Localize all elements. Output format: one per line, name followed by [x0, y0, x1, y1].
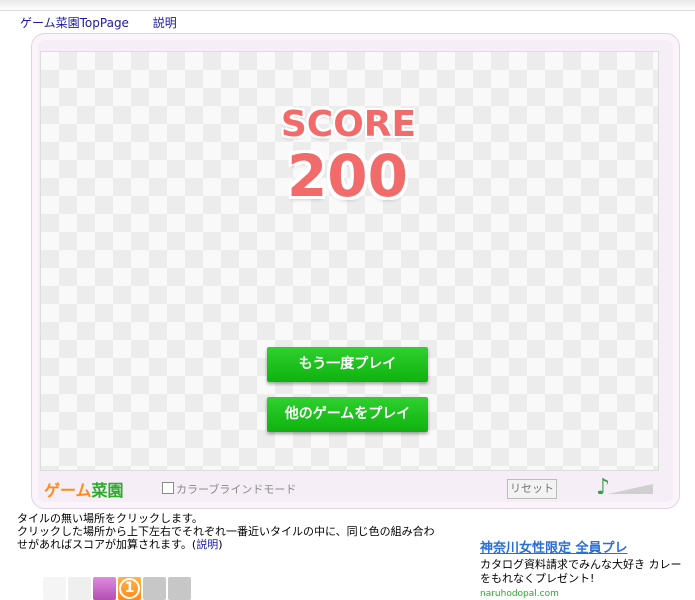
tile-gray-1 — [143, 577, 166, 600]
instructions: タイルの無い場所をクリックします。 クリックした場所から上下左右でそれぞれ一番近… — [17, 512, 437, 551]
score-label: SCORE — [280, 104, 417, 145]
reset-button[interactable]: リセット — [507, 479, 557, 499]
play-again-button[interactable]: もう一度プレイ — [267, 347, 428, 382]
ad-title-link[interactable]: 神奈川女性限定 全員プレ — [480, 537, 690, 556]
colorblind-mode-label: カラーブラインドモード — [176, 483, 297, 496]
instructions-line-2: クリックした場所から上下左右でそれぞれ一番近いタイルの中に、同じ色の組み合わせが… — [17, 525, 435, 551]
tile-orange-numbered: 1 — [118, 577, 141, 600]
top-navigation: ゲーム菜園TopPage 説明 — [20, 14, 197, 31]
tile-blank-2 — [68, 577, 91, 600]
game-saien-logo[interactable]: ゲーム菜園 — [44, 477, 124, 501]
help-link[interactable]: 説明 — [153, 16, 177, 30]
score-value: 200 — [286, 142, 409, 210]
colorblind-mode-toggle[interactable]: カラーブラインドモード — [162, 481, 296, 497]
ad-url[interactable]: naruhodopal.com — [480, 589, 690, 599]
volume-slider[interactable] — [608, 484, 653, 494]
instructions-line-1: タイルの無い場所をクリックします。 — [17, 512, 203, 525]
checkbox-icon[interactable] — [162, 482, 174, 494]
instructions-help-link[interactable]: 説明 — [196, 538, 218, 551]
tile-purple — [93, 577, 116, 600]
logo-text-saien: 菜園 — [91, 481, 124, 500]
tile-number: 1 — [119, 578, 140, 599]
other-games-button[interactable]: 他のゲームをプレイ — [267, 397, 428, 432]
tile-gray-2 — [168, 577, 191, 600]
top-page-link[interactable]: ゲーム菜園TopPage — [20, 16, 129, 30]
advertisement: 神奈川女性限定 全員プレ カタログ資料請求でみんな大好き カレーをもれなくプレゼ… — [480, 537, 690, 599]
window-top-edge — [0, 0, 695, 11]
logo-text-game: ゲーム — [44, 481, 92, 500]
ad-text: カタログ資料請求でみんな大好き カレーをもれなくプレゼント! — [480, 558, 682, 585]
instructions-paren-close: ) — [218, 538, 223, 551]
tile-blank-1 — [43, 577, 66, 600]
